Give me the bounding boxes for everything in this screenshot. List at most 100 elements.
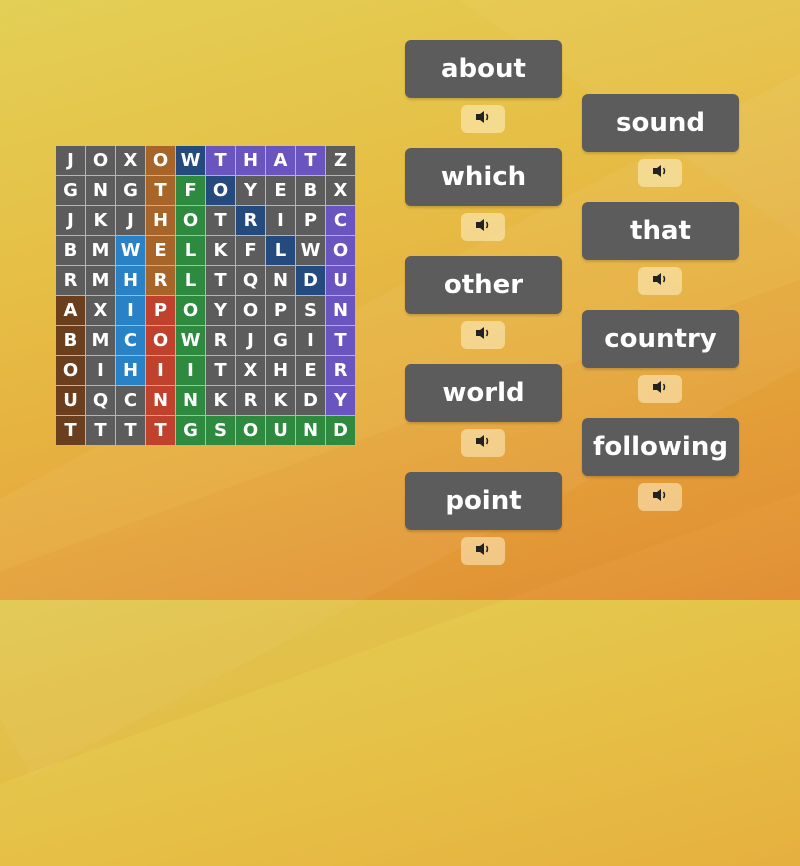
grid-cell[interactable]: G: [266, 326, 295, 355]
grid-cell[interactable]: T: [146, 416, 175, 445]
grid-cell[interactable]: Z: [326, 146, 355, 175]
grid-cell[interactable]: I: [176, 356, 205, 385]
grid-cell[interactable]: O: [146, 326, 175, 355]
grid-cell[interactable]: O: [206, 176, 235, 205]
grid-cell[interactable]: E: [146, 236, 175, 265]
grid-cell[interactable]: Y: [236, 176, 265, 205]
grid-cell[interactable]: N: [266, 266, 295, 295]
grid-cell[interactable]: F: [236, 236, 265, 265]
grid-cell[interactable]: I: [296, 326, 325, 355]
grid-cell[interactable]: O: [176, 206, 205, 235]
grid-cell[interactable]: H: [146, 206, 175, 235]
grid-cell[interactable]: J: [56, 146, 85, 175]
grid-cell[interactable]: M: [86, 326, 115, 355]
grid-cell[interactable]: B: [56, 236, 85, 265]
grid-cell[interactable]: O: [56, 356, 85, 385]
grid-cell[interactable]: N: [296, 416, 325, 445]
word-button-sound[interactable]: sound: [582, 94, 739, 152]
grid-cell[interactable]: U: [266, 416, 295, 445]
grid-cell[interactable]: I: [86, 356, 115, 385]
grid-cell[interactable]: T: [116, 416, 145, 445]
grid-cell[interactable]: B: [56, 326, 85, 355]
grid-cell[interactable]: T: [206, 206, 235, 235]
grid-cell[interactable]: W: [116, 236, 145, 265]
grid-cell[interactable]: P: [296, 206, 325, 235]
grid-cell[interactable]: W: [176, 146, 205, 175]
grid-cell[interactable]: G: [56, 176, 85, 205]
grid-cell[interactable]: N: [86, 176, 115, 205]
audio-button-sound[interactable]: [638, 159, 682, 187]
grid-cell[interactable]: L: [176, 266, 205, 295]
grid-cell[interactable]: G: [116, 176, 145, 205]
grid-cell[interactable]: N: [146, 386, 175, 415]
grid-cell[interactable]: S: [296, 296, 325, 325]
grid-cell[interactable]: A: [56, 296, 85, 325]
audio-button-about[interactable]: [461, 105, 505, 133]
grid-cell[interactable]: D: [296, 386, 325, 415]
grid-cell[interactable]: H: [116, 266, 145, 295]
word-button-that[interactable]: that: [582, 202, 739, 260]
grid-cell[interactable]: T: [326, 326, 355, 355]
grid-cell[interactable]: H: [236, 146, 265, 175]
grid-cell[interactable]: M: [86, 266, 115, 295]
grid-cell[interactable]: K: [86, 206, 115, 235]
grid-cell[interactable]: E: [296, 356, 325, 385]
grid-cell[interactable]: X: [86, 296, 115, 325]
grid-cell[interactable]: U: [326, 266, 355, 295]
grid-cell[interactable]: D: [326, 416, 355, 445]
grid-cell[interactable]: R: [206, 326, 235, 355]
grid-cell[interactable]: R: [236, 386, 265, 415]
grid-cell[interactable]: W: [176, 326, 205, 355]
grid-cell[interactable]: T: [86, 416, 115, 445]
grid-cell[interactable]: N: [326, 296, 355, 325]
word-button-country[interactable]: country: [582, 310, 739, 368]
grid-cell[interactable]: N: [176, 386, 205, 415]
grid-cell[interactable]: O: [176, 296, 205, 325]
grid-cell[interactable]: T: [206, 266, 235, 295]
grid-cell[interactable]: L: [266, 236, 295, 265]
grid-cell[interactable]: R: [56, 266, 85, 295]
grid-cell[interactable]: T: [206, 146, 235, 175]
grid-cell[interactable]: F: [176, 176, 205, 205]
grid-cell[interactable]: W: [296, 236, 325, 265]
grid-cell[interactable]: R: [236, 206, 265, 235]
word-button-point[interactable]: point: [405, 472, 562, 530]
grid-cell[interactable]: B: [296, 176, 325, 205]
grid-cell[interactable]: X: [236, 356, 265, 385]
grid-cell[interactable]: D: [296, 266, 325, 295]
grid-cell[interactable]: P: [266, 296, 295, 325]
grid-cell[interactable]: K: [206, 236, 235, 265]
grid-cell[interactable]: Q: [86, 386, 115, 415]
grid-cell[interactable]: X: [326, 176, 355, 205]
grid-cell[interactable]: M: [86, 236, 115, 265]
grid-cell[interactable]: O: [86, 146, 115, 175]
grid-cell[interactable]: C: [326, 206, 355, 235]
grid-cell[interactable]: O: [236, 416, 265, 445]
audio-button-country[interactable]: [638, 375, 682, 403]
grid-cell[interactable]: X: [116, 146, 145, 175]
grid-cell[interactable]: K: [266, 386, 295, 415]
grid-cell[interactable]: I: [266, 206, 295, 235]
grid-cell[interactable]: J: [56, 206, 85, 235]
grid-cell[interactable]: L: [176, 236, 205, 265]
grid-cell[interactable]: O: [146, 146, 175, 175]
grid-cell[interactable]: J: [236, 326, 265, 355]
audio-button-world[interactable]: [461, 429, 505, 457]
grid-cell[interactable]: O: [326, 236, 355, 265]
audio-button-that[interactable]: [638, 267, 682, 295]
audio-button-following[interactable]: [638, 483, 682, 511]
grid-cell[interactable]: Y: [206, 296, 235, 325]
grid-cell[interactable]: T: [206, 356, 235, 385]
grid-cell[interactable]: Y: [326, 386, 355, 415]
audio-button-point[interactable]: [461, 537, 505, 565]
word-button-which[interactable]: which: [405, 148, 562, 206]
grid-cell[interactable]: S: [206, 416, 235, 445]
grid-cell[interactable]: H: [116, 356, 145, 385]
grid-cell[interactable]: C: [116, 326, 145, 355]
grid-cell[interactable]: T: [296, 146, 325, 175]
grid-cell[interactable]: O: [236, 296, 265, 325]
grid-cell[interactable]: E: [266, 176, 295, 205]
grid-cell[interactable]: Q: [236, 266, 265, 295]
grid-cell[interactable]: P: [146, 296, 175, 325]
grid-cell[interactable]: G: [176, 416, 205, 445]
